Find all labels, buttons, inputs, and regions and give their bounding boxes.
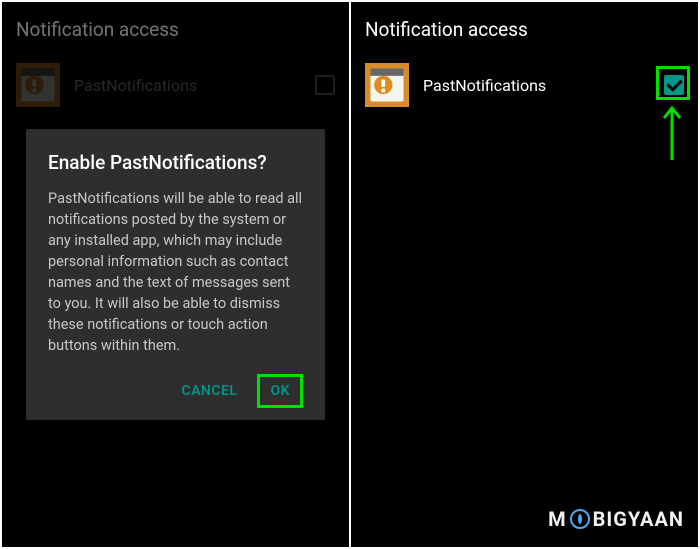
pastnotifications-app-icon xyxy=(365,63,409,107)
highlight-checkbox xyxy=(656,66,690,100)
enable-dialog: Enable PastNotifications? PastNotificati… xyxy=(26,129,325,420)
app-name-right: PastNotifications xyxy=(423,76,650,95)
dialog-actions: CANCEL OK xyxy=(48,374,303,408)
right-screenshot: Notification access PastNotifications M … xyxy=(351,2,698,547)
watermark-post: BIGYAAN xyxy=(593,507,684,531)
globe-icon xyxy=(570,509,590,529)
app-row-right[interactable]: PastNotifications xyxy=(351,53,698,117)
dialog-body: PastNotifications will be able to read a… xyxy=(48,188,303,356)
watermark: M BIGYAAN xyxy=(548,507,684,531)
arrow-up-icon xyxy=(662,104,682,160)
highlight-ok: OK xyxy=(257,374,303,408)
watermark-pre: M xyxy=(548,507,567,531)
ok-button[interactable]: OK xyxy=(264,379,296,403)
cancel-button[interactable]: CANCEL xyxy=(171,375,247,407)
dialog-title: Enable PastNotifications? xyxy=(48,151,303,174)
left-screenshot: Notification access PastNotifications En… xyxy=(2,2,349,547)
dialog-overlay: Enable PastNotifications? PastNotificati… xyxy=(2,2,349,547)
page-title-right: Notification access xyxy=(351,2,698,53)
